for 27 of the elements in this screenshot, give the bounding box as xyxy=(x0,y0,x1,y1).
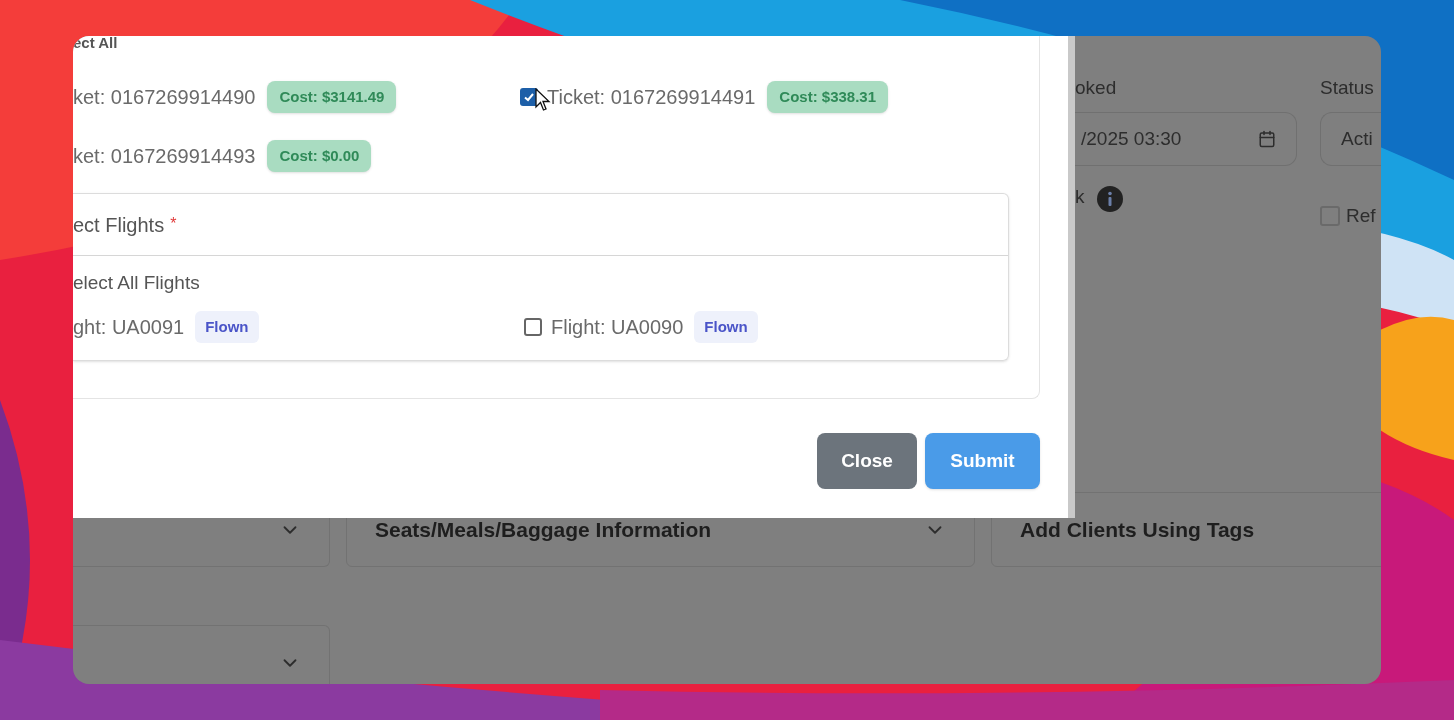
section-title: ect Flights xyxy=(73,212,165,238)
cost-badge: Cost: $3141.49 xyxy=(267,80,397,114)
select-all-flights-label[interactable]: elect All Flights xyxy=(73,271,1008,295)
scrollbar[interactable] xyxy=(1068,36,1075,518)
checkbox-label: Ref xyxy=(1346,204,1376,228)
cost-badge: Cost: $0.00 xyxy=(267,139,372,173)
flight-label: Flight: UA0090 xyxy=(551,315,684,340)
checkmark-icon xyxy=(523,91,535,103)
ticket-label: ket: 0167269914490 xyxy=(73,85,256,110)
ticket-label: Ticket: 0167269914491 xyxy=(547,85,756,110)
status-badge: Flown xyxy=(195,310,259,344)
calendar-icon[interactable] xyxy=(1258,130,1276,148)
close-button[interactable]: Close xyxy=(817,433,917,489)
status-badge: Flown xyxy=(694,310,758,344)
status-select[interactable]: Acti xyxy=(1320,112,1381,166)
field-label: Status xyxy=(1320,76,1375,100)
cost-badge: Cost: $338.31 xyxy=(767,80,889,114)
submit-button[interactable]: Submit xyxy=(925,433,1040,489)
field-label: k xyxy=(1075,184,1085,209)
flight-checkbox[interactable] xyxy=(524,318,542,336)
date-field[interactable]: /2025 03:30 xyxy=(1075,112,1297,166)
field-label: oked xyxy=(1075,76,1118,100)
ticket-checkbox[interactable] xyxy=(520,88,538,106)
ticket-label: ket: 0167269914493 xyxy=(73,144,256,169)
required-mark: * xyxy=(170,214,177,234)
flight-label: ght: UA0091 xyxy=(73,315,185,340)
info-icon[interactable] xyxy=(1096,186,1123,212)
